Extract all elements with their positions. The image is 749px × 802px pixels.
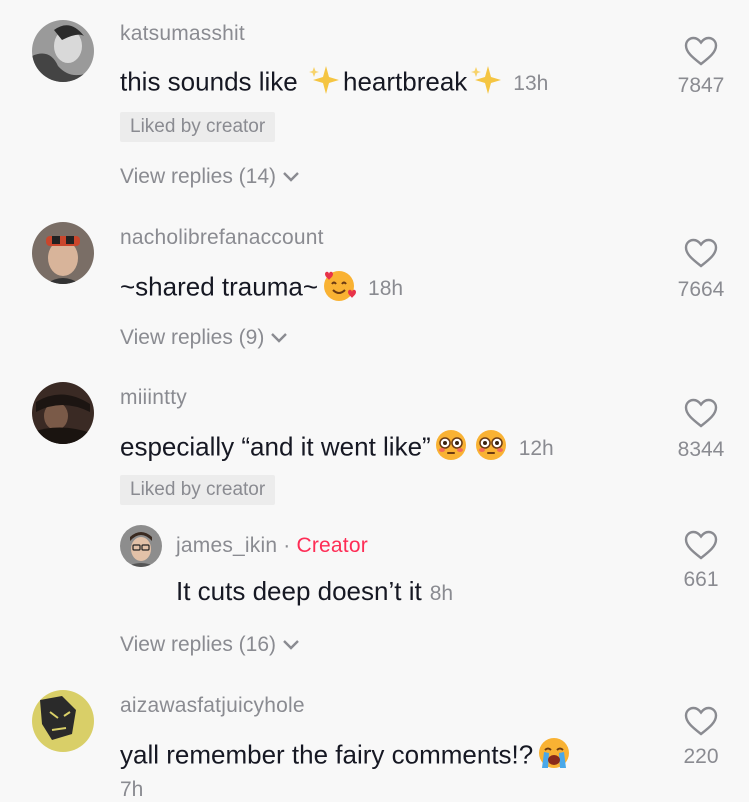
reply-username-line: james_ikin · Creator — [176, 534, 368, 558]
comment-text-part: especially “and it went like” — [120, 431, 431, 462]
avatar[interactable] — [120, 525, 162, 567]
like-count: 7847 — [677, 74, 725, 97]
smiling-face-with-hearts-emoji — [321, 268, 357, 309]
chevron-down-icon — [282, 633, 300, 657]
avatar[interactable] — [32, 382, 94, 444]
comment-text: It cuts deep doesn’t it 8h — [176, 576, 453, 607]
comment-text-part: yall remember the fairy comments!? — [120, 739, 534, 770]
comment-text: this sounds like heartbreak 13h — [120, 64, 548, 103]
comment-text: ~shared trauma~ 18h — [120, 268, 403, 309]
comment-text-part: ~shared trauma~ — [120, 271, 319, 302]
sparkles-emoji — [308, 64, 340, 103]
flushed-face-emoji — [434, 428, 468, 469]
like-count: 8344 — [677, 438, 725, 461]
like-count: 220 — [683, 745, 719, 768]
comment-text: especially “and it went like” 12h — [120, 428, 554, 469]
comment-username[interactable]: aizawasfatjuicyhole — [120, 694, 305, 718]
comment-time: 13h — [513, 72, 549, 96]
view-replies-label: View replies (9) — [120, 326, 265, 349]
avatar[interactable] — [32, 222, 94, 284]
comment-username[interactable]: james_ikin — [176, 534, 277, 557]
loudly-crying-face-emoji — [536, 736, 572, 777]
avatar[interactable] — [32, 690, 94, 752]
sparkles-emoji — [470, 64, 502, 103]
comment-username[interactable]: katsumasshit — [120, 22, 245, 46]
separator: · — [277, 534, 297, 557]
chevron-down-icon — [282, 165, 300, 189]
comment-username[interactable]: miiintty — [120, 386, 187, 410]
view-replies-button[interactable]: View replies (9) — [120, 326, 288, 350]
liked-by-creator-badge: Liked by creator — [120, 475, 276, 505]
comment-text-part: It cuts deep doesn’t it — [176, 576, 422, 606]
flushed-face-emoji — [474, 428, 508, 469]
comment-text-part: this sounds like — [120, 66, 305, 97]
liked-by-creator-badge: Liked by creator — [120, 112, 276, 142]
comment-username[interactable]: nacholibrefanaccount — [120, 226, 324, 250]
view-replies-button[interactable]: View replies (14) — [120, 165, 300, 189]
view-replies-label: View replies (16) — [120, 633, 277, 656]
comment-time: 18h — [368, 277, 404, 301]
heart-outline-icon[interactable] — [684, 530, 718, 560]
view-replies-button[interactable]: View replies (16) — [120, 633, 300, 657]
like-count: 7664 — [677, 278, 725, 301]
heart-outline-icon[interactable] — [684, 238, 718, 268]
comment-time: 8h — [429, 582, 454, 605]
heart-outline-icon[interactable] — [684, 398, 718, 428]
heart-outline-icon[interactable] — [684, 706, 718, 736]
view-replies-label: View replies (14) — [120, 165, 277, 188]
creator-badge: Creator — [296, 534, 368, 557]
comment-text-part: heartbreak — [342, 66, 468, 97]
chevron-down-icon — [270, 326, 288, 350]
comment-time: 7h — [120, 778, 144, 801]
heart-outline-icon[interactable] — [684, 36, 718, 66]
avatar[interactable] — [32, 20, 94, 82]
like-count: 661 — [683, 568, 719, 591]
comment-time: 12h — [518, 437, 554, 461]
comment-text: yall remember the fairy comments!? — [120, 736, 575, 777]
